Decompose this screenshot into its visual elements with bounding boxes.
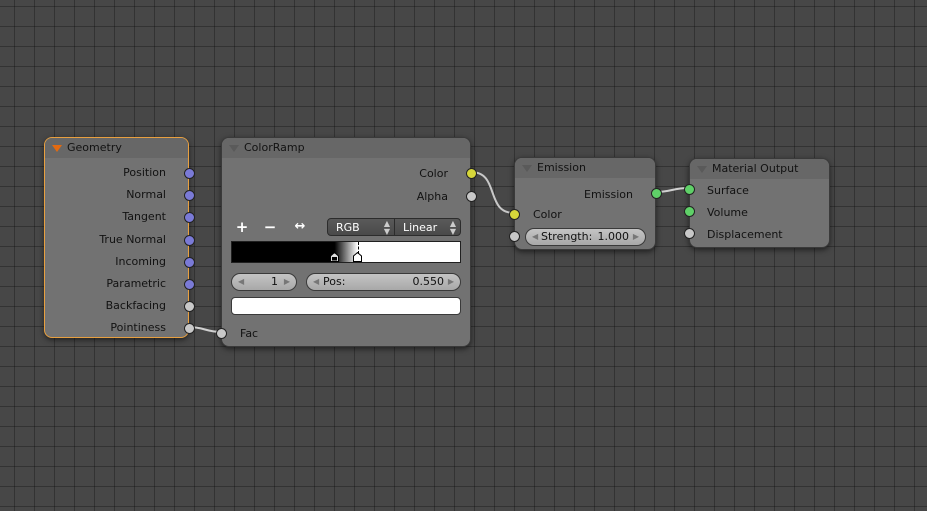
socket-pointiness[interactable]: [184, 323, 195, 334]
output-color: Color: [419, 167, 448, 180]
input-color: Color: [533, 208, 562, 221]
emission-node-header[interactable]: Emission: [515, 158, 655, 178]
collapse-triangle-icon[interactable]: [52, 145, 62, 152]
node-title: ColorRamp: [244, 141, 305, 154]
geometry-node[interactable]: Geometry Position Normal Tangent True No…: [44, 137, 195, 338]
socket-backfacing[interactable]: [184, 301, 195, 312]
material-output-node-header[interactable]: Material Output: [690, 159, 829, 179]
remove-stop-button[interactable]: −: [261, 219, 279, 235]
output-alpha: Alpha: [416, 190, 448, 203]
flip-ramp-button[interactable]: ↔: [291, 219, 309, 235]
add-stop-button[interactable]: +: [233, 219, 251, 235]
active-stop-index: 1: [271, 275, 278, 288]
socket-incoming[interactable]: [184, 257, 195, 268]
input-volume: Volume: [707, 206, 748, 219]
output-position: Position: [123, 166, 166, 179]
socket-alpha-out[interactable]: [466, 191, 477, 202]
stop-position-field[interactable]: ◀ Pos: 0.550 ▶: [306, 273, 461, 291]
strength-field[interactable]: ◀ Strength: 1.000 ▶: [525, 228, 646, 246]
socket-true-normal[interactable]: [184, 235, 195, 246]
input-fac: Fac: [240, 327, 259, 340]
socket-position[interactable]: [184, 168, 195, 179]
updown-arrows-icon: ▲ ▼: [383, 219, 390, 236]
output-pointiness: Pointiness: [110, 321, 166, 334]
strength-value: 1.000: [597, 230, 630, 243]
output-parametric: Parametric: [106, 277, 166, 290]
socket-strength-in[interactable]: [509, 231, 520, 242]
increment-arrow-icon[interactable]: ▶: [284, 274, 290, 290]
geometry-node-header[interactable]: Geometry: [45, 138, 188, 158]
ramp-stop-black[interactable]: [330, 252, 339, 262]
increment-arrow-icon[interactable]: ▶: [633, 229, 639, 245]
link-color-to-emission-color[interactable]: [470, 171, 515, 214]
emission-node[interactable]: Emission Emission Color ◀ Strength: 1.00…: [509, 157, 662, 250]
socket-parametric[interactable]: [184, 279, 195, 290]
node-title: Emission: [537, 161, 586, 174]
output-emission: Emission: [584, 188, 633, 201]
decrement-arrow-icon[interactable]: ◀: [238, 274, 244, 290]
increment-arrow-icon[interactable]: ▶: [448, 274, 454, 290]
node-title: Material Output: [712, 162, 799, 175]
stop-color-swatch[interactable]: [231, 297, 461, 315]
interpolation-value: Linear: [403, 221, 438, 234]
input-displacement: Displacement: [707, 228, 783, 241]
output-tangent: Tangent: [122, 210, 166, 223]
input-surface: Surface: [707, 184, 749, 197]
color-ramp-gradient[interactable]: [231, 241, 461, 263]
decrement-arrow-icon[interactable]: ◀: [313, 274, 319, 290]
output-normal: Normal: [126, 188, 166, 201]
socket-color-in[interactable]: [509, 209, 520, 220]
colorramp-node-header[interactable]: ColorRamp: [222, 138, 470, 158]
socket-tangent[interactable]: [184, 212, 195, 223]
output-incoming: Incoming: [115, 255, 166, 268]
collapse-triangle-icon[interactable]: [229, 145, 239, 152]
node-title: Geometry: [67, 141, 122, 154]
node-editor-canvas[interactable]: Geometry Position Normal Tangent True No…: [0, 0, 927, 511]
color-mode-dropdown[interactable]: RGB ▲ ▼: [327, 218, 395, 236]
active-stop-index-field[interactable]: ◀ 1 ▶: [231, 273, 297, 291]
color-mode-value: RGB: [336, 221, 360, 234]
pos-label: Pos:: [323, 275, 346, 288]
colorramp-node[interactable]: ColorRamp Color Alpha + − ↔ RGB ▲ ▼ Linea…: [216, 137, 477, 347]
interpolation-dropdown[interactable]: Linear ▲ ▼: [394, 218, 461, 236]
collapse-triangle-icon[interactable]: [697, 166, 707, 173]
material-output-node[interactable]: Material Output Surface Volume Displacem…: [684, 158, 830, 248]
socket-color-out[interactable]: [466, 168, 477, 179]
strength-label: Strength:: [541, 230, 593, 243]
updown-arrows-icon: ▲ ▼: [449, 219, 456, 236]
decrement-arrow-icon[interactable]: ◀: [532, 229, 538, 245]
collapse-triangle-icon[interactable]: [522, 165, 532, 172]
socket-emission-out[interactable]: [651, 188, 662, 199]
active-stop-marker: [357, 242, 359, 254]
pos-value: 0.550: [412, 275, 445, 288]
socket-displacement-in[interactable]: [684, 228, 695, 239]
output-true-normal: True Normal: [99, 233, 166, 246]
socket-fac-in[interactable]: [216, 328, 227, 339]
socket-volume-in[interactable]: [684, 206, 695, 217]
output-backfacing: Backfacing: [105, 299, 166, 312]
socket-surface-in[interactable]: [684, 184, 695, 195]
socket-normal[interactable]: [184, 190, 195, 201]
